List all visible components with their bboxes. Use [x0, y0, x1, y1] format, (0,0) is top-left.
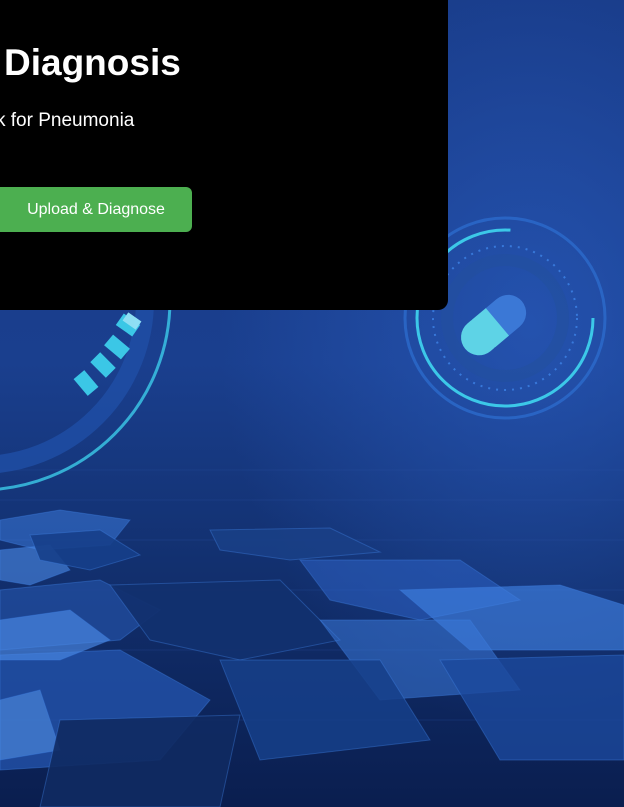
page-subtitle: k for Pneumonia — [0, 110, 135, 131]
upload-diagnose-button[interactable]: Upload & Diagnose — [0, 187, 192, 232]
page-title: Diagnosis — [4, 42, 181, 83]
